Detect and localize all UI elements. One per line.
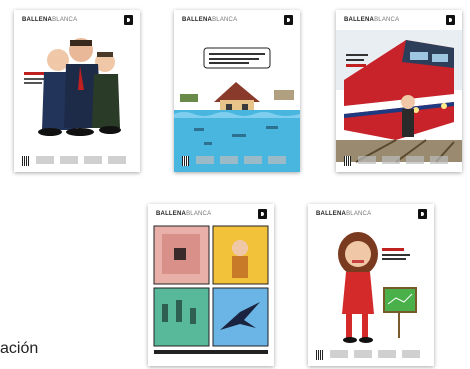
barcode — [316, 350, 323, 360]
barcode — [344, 156, 351, 166]
magazine-cover-1[interactable]: BALLENABLANCA — [14, 10, 140, 172]
barcode — [22, 156, 29, 166]
caption-text: ación — [0, 340, 39, 357]
cover-footer — [36, 156, 132, 164]
barcode — [182, 156, 189, 166]
cover-illustration — [338, 232, 417, 343]
magazine-cover-5[interactable]: BALLENABLANCA — [308, 204, 434, 366]
cover-footer — [330, 350, 426, 358]
magazine-cover-2[interactable]: BALLENABLANCA — [174, 10, 300, 172]
cover-footer — [358, 156, 454, 164]
magazine-cover-4[interactable]: BALLENABLANCA — [148, 204, 274, 366]
cover-illustration — [153, 225, 269, 354]
cover-footer — [196, 156, 292, 164]
cover-illustration — [174, 47, 300, 172]
cover-illustration — [336, 30, 462, 163]
cover-illustration — [24, 38, 121, 136]
magazine-cover-3[interactable]: BALLENABLANCA — [336, 10, 462, 172]
